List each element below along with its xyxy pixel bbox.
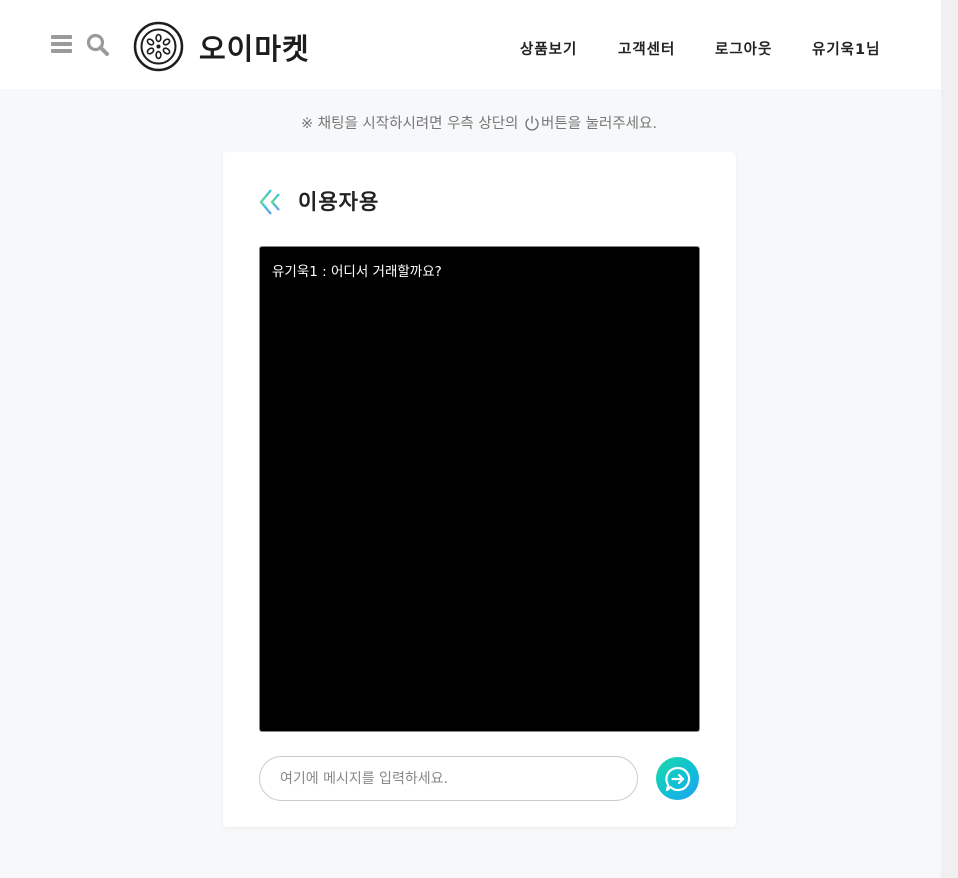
send-button[interactable] bbox=[656, 757, 699, 800]
site-header: 오이마켓 상품보기 고객센터 로그아웃 유기욱1님 bbox=[0, 0, 941, 89]
chat-notice: ※ 채팅을 시작하시려면 우측 상단의 버튼을 눌러주세요. bbox=[0, 112, 958, 133]
chat-title: 이용자용 bbox=[298, 190, 380, 214]
chat-card: 이용자용 유기욱1 : 어디서 거래할까요? bbox=[223, 152, 736, 827]
notice-text-after: 버튼을 눌러주세요. bbox=[541, 116, 657, 132]
chevron-left-icon[interactable] bbox=[258, 188, 282, 216]
brand-name: 오이마켓 bbox=[199, 31, 310, 66]
brand-logo[interactable]: 오이마켓 bbox=[133, 21, 310, 72]
power-icon bbox=[525, 115, 539, 131]
chat-log[interactable]: 유기욱1 : 어디서 거래할까요? bbox=[259, 246, 700, 732]
send-chat-icon bbox=[664, 766, 690, 791]
nav-products[interactable]: 상품보기 bbox=[520, 38, 577, 59]
menu-icon[interactable] bbox=[51, 33, 73, 55]
chat-message: 유기욱1 : 어디서 거래할까요? bbox=[272, 264, 442, 280]
nav-logout[interactable]: 로그아웃 bbox=[715, 38, 772, 59]
notice-text-before: ※ 채팅을 시작하시려면 우측 상단의 bbox=[301, 116, 524, 132]
message-input[interactable] bbox=[259, 756, 638, 801]
nav-user-name[interactable]: 유기욱1님 bbox=[812, 38, 880, 59]
cucumber-logo-icon bbox=[133, 21, 184, 72]
nav-customer-center[interactable]: 고객센터 bbox=[618, 38, 675, 59]
search-icon[interactable] bbox=[86, 33, 110, 57]
